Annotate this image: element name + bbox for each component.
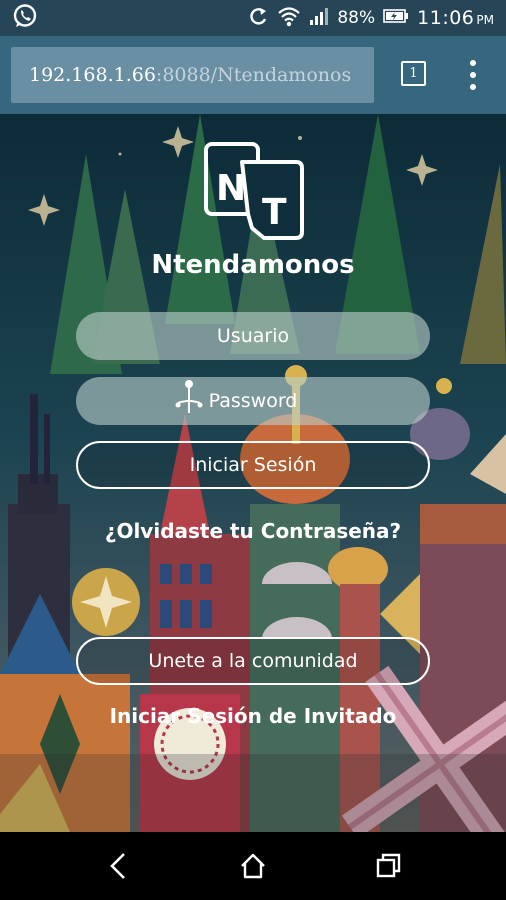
system-nav-bar	[0, 832, 506, 900]
whatsapp-icon	[12, 3, 38, 33]
back-icon[interactable]	[104, 852, 134, 880]
join-community-button[interactable]: Unete a la comunidad	[76, 637, 430, 685]
clock-time: 11:06	[417, 7, 475, 29]
recents-icon[interactable]	[374, 852, 404, 880]
wifi-icon	[277, 5, 301, 32]
battery-percent: 88%	[337, 8, 376, 28]
url-host: 192.168.1.66	[29, 64, 156, 86]
logo-letter-n: N	[216, 168, 246, 209]
status-bar: 88% 11:06 PM	[0, 0, 506, 36]
battery-charging-icon	[383, 8, 409, 29]
brand-name: Ntendamonos	[151, 250, 355, 280]
url-path: :8088/Ntendamonos	[155, 64, 352, 86]
signal-icon	[309, 6, 329, 31]
forgot-password-link[interactable]: ¿Olvidaste tu Contraseña?	[0, 519, 506, 543]
password-input[interactable]	[76, 377, 430, 425]
browser-toolbar: 192.168.1.66:8088/Ntendamonos 1	[0, 36, 506, 114]
home-icon[interactable]	[238, 852, 268, 880]
login-screen: N T Ntendamonos Iniciar Sesión ¿Olvidast…	[0, 114, 506, 832]
logo-letter-t: T	[262, 192, 287, 233]
guest-login-link[interactable]: Iniciar Sesión de Invitado	[0, 704, 506, 728]
username-input[interactable]	[76, 312, 430, 360]
clock: 11:06 PM	[417, 7, 494, 29]
clock-ampm: PM	[476, 13, 494, 27]
password-field[interactable]	[76, 377, 430, 425]
text-cursor-handle-icon	[174, 379, 204, 422]
app-logo: N T	[198, 140, 308, 248]
login-button[interactable]: Iniciar Sesión	[76, 441, 430, 489]
tab-switcher-button[interactable]: 1	[401, 61, 426, 86]
address-bar[interactable]: 192.168.1.66:8088/Ntendamonos	[11, 47, 374, 103]
username-field[interactable]	[76, 312, 430, 360]
sync-icon	[247, 5, 269, 32]
overflow-menu-icon[interactable]	[466, 60, 480, 90]
